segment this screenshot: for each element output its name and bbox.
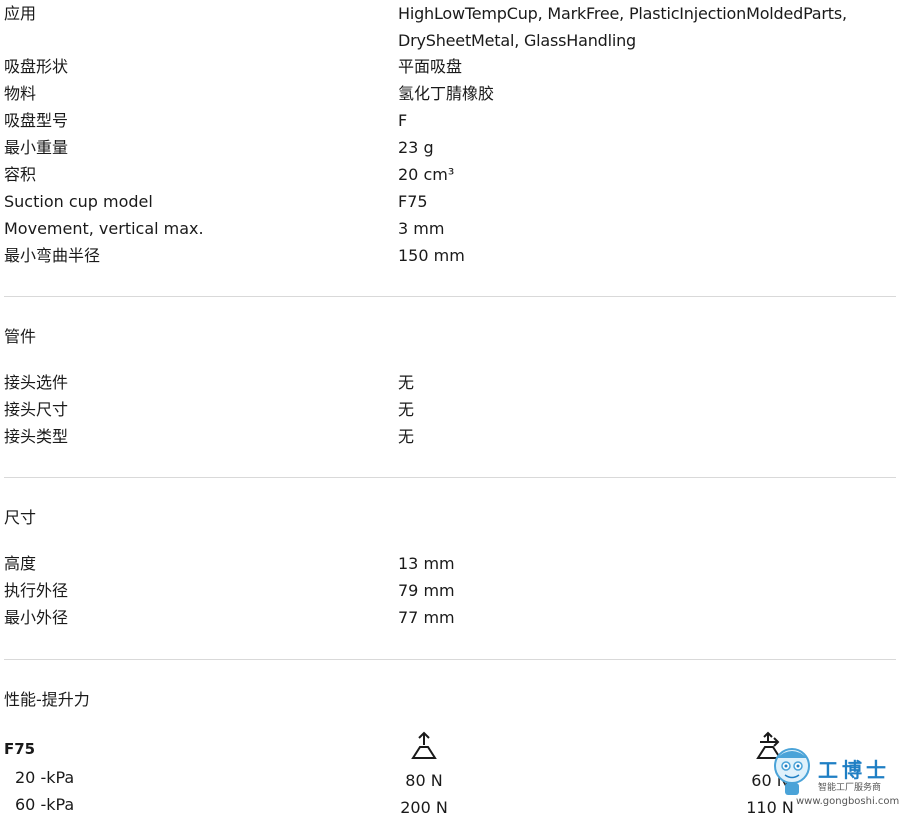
spec-label: 应用 xyxy=(4,4,37,23)
spec-value: 150 mm xyxy=(398,246,465,265)
spec-label: Movement, vertical max. xyxy=(4,219,204,238)
spec-label: 高度 xyxy=(4,554,37,573)
spec-value: 13 mm xyxy=(398,554,455,573)
watermark: 工博士 智能工厂服务商 www.gongboshi.com xyxy=(760,740,900,822)
spec-row-min-weight: 最小重量 23 g xyxy=(4,134,900,161)
performance-vertical-force: 200 N xyxy=(400,798,448,817)
section-divider xyxy=(4,296,896,297)
spec-label: 吸盘形状 xyxy=(4,57,69,76)
performance-vertical-force: 80 N xyxy=(405,771,443,790)
spec-value: 20 cm³ xyxy=(398,165,455,184)
spec-label: 接头类型 xyxy=(4,427,69,446)
dimension-row-height: 高度 13 mm xyxy=(4,550,900,577)
section-title-performance: 性能-提升力 xyxy=(4,690,90,709)
spec-row-vertical-movement: Movement, vertical max. 3 mm xyxy=(4,215,900,242)
dimension-row-min-outer-diameter: 最小外径 77 mm xyxy=(4,604,900,631)
spec-row-material: 物料 氢化丁腈橡胶 xyxy=(4,80,900,107)
spec-value: 23 g xyxy=(398,138,434,157)
fitting-row-type: 接头类型 无 xyxy=(4,423,900,450)
spec-label: 物料 xyxy=(4,84,37,103)
spec-label: 接头尺寸 xyxy=(4,400,69,419)
spec-row-min-bend-radius: 最小弯曲半径 150 mm xyxy=(4,242,900,269)
section-title-fitting: 管件 xyxy=(4,327,37,346)
spec-row-suction-cup-model: Suction cup model F75 xyxy=(4,188,900,215)
fitting-row-option: 接头选件 无 xyxy=(4,369,900,396)
spec-value: 氢化丁腈橡胶 xyxy=(398,84,495,103)
spec-value: 平面吸盘 xyxy=(398,57,463,76)
spec-label: 执行外径 xyxy=(4,581,69,600)
performance-model: F75 xyxy=(4,740,36,758)
dimension-row-outer-diameter: 执行外径 79 mm xyxy=(4,577,900,604)
watermark-tagline: 智能工厂服务商 xyxy=(818,783,882,793)
spec-value: 无 xyxy=(398,427,415,446)
fitting-row-size: 接头尺寸 无 xyxy=(4,396,900,423)
spec-label: 接头选件 xyxy=(4,373,69,392)
spec-row-cup-shape: 吸盘形状 平面吸盘 xyxy=(4,53,900,80)
spec-label: 最小弯曲半径 xyxy=(4,246,101,265)
spec-label: 最小重量 xyxy=(4,138,69,157)
performance-pressure-label: 20 -kPa xyxy=(15,768,75,787)
spec-value: 3 mm xyxy=(398,219,445,238)
watermark-brand: 工博士 xyxy=(818,758,890,782)
mascot-logo-icon xyxy=(774,748,810,795)
spec-row-cup-type: 吸盘型号 F xyxy=(4,107,900,134)
spec-value: F75 xyxy=(398,192,428,211)
spec-row-application: 应用 HighLowTempCup, MarkFree, PlasticInje… xyxy=(4,0,900,54)
spec-label: 容积 xyxy=(4,165,37,184)
spec-value: 无 xyxy=(398,373,415,392)
spec-label: Suction cup model xyxy=(4,192,153,211)
spec-value: 无 xyxy=(398,400,415,419)
vertical-lift-icon xyxy=(411,731,437,759)
spec-value: F xyxy=(398,111,408,130)
spec-label: 吸盘型号 xyxy=(4,111,69,130)
spec-value: HighLowTempCup, MarkFree, PlasticInjecti… xyxy=(398,4,847,50)
spec-value: 79 mm xyxy=(398,581,455,600)
watermark-url: www.gongboshi.com xyxy=(796,796,900,807)
performance-pressure-label: 60 -kPa xyxy=(15,795,75,814)
spec-row-volume: 容积 20 cm³ xyxy=(4,161,900,188)
spec-value: 77 mm xyxy=(398,608,455,627)
section-divider xyxy=(4,477,896,478)
section-divider xyxy=(4,659,896,660)
spec-label: 最小外径 xyxy=(4,608,69,627)
section-title-dimensions: 尺寸 xyxy=(4,508,37,527)
